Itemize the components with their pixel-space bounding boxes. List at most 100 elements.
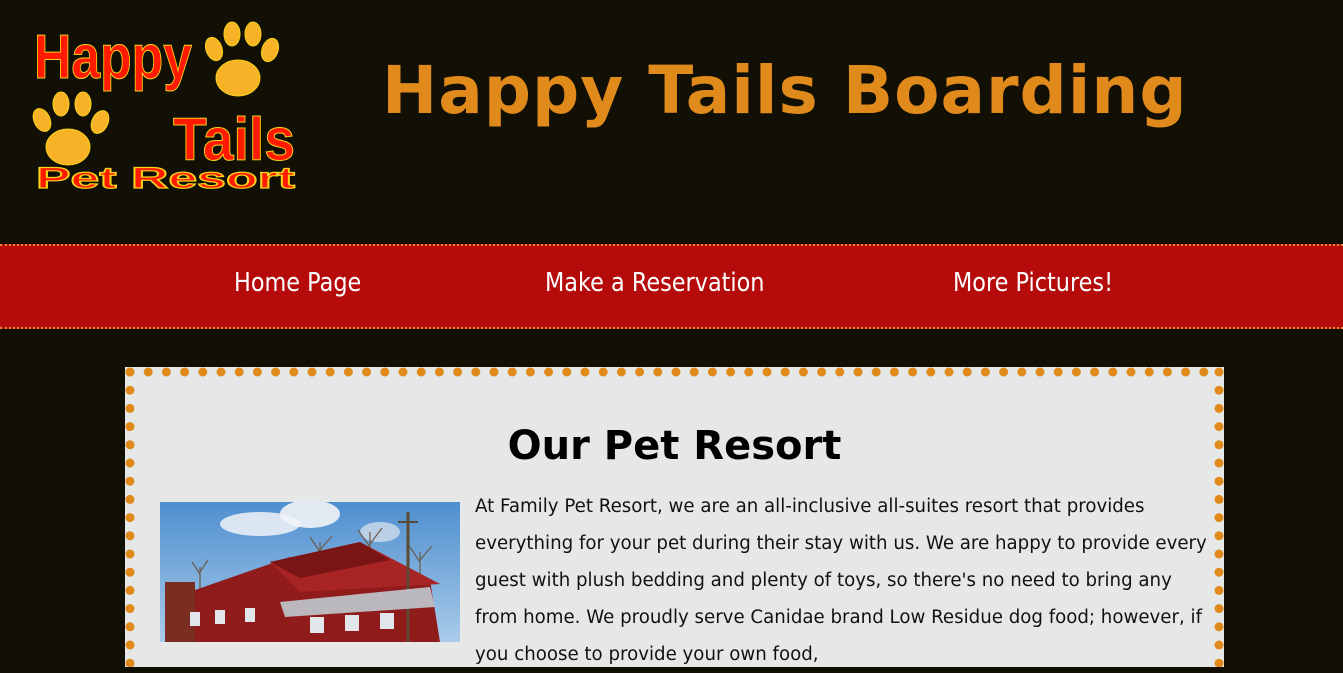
border-dot <box>780 367 790 377</box>
border-dot <box>471 367 481 377</box>
border-dot <box>216 367 226 377</box>
border-dot <box>962 367 972 377</box>
logo-line1: Happy <box>34 23 192 92</box>
border-dot <box>161 367 171 377</box>
border-dot <box>234 367 244 377</box>
border-dot <box>1214 640 1224 650</box>
resort-building-photo <box>160 502 460 642</box>
border-dot <box>489 367 499 377</box>
paw-print-icon <box>32 91 110 166</box>
dotted-border-top <box>125 367 1209 377</box>
border-dot <box>1214 367 1224 377</box>
dotted-border-left <box>125 367 135 667</box>
border-dot <box>125 549 135 559</box>
border-dot <box>580 367 590 377</box>
border-dot <box>853 367 863 377</box>
border-dot <box>125 476 135 486</box>
border-dot <box>944 367 954 377</box>
border-dot <box>1108 367 1118 377</box>
main-nav: Home Page Make a Reservation More Pictur… <box>0 244 1343 329</box>
border-dot <box>125 567 135 577</box>
border-dot <box>325 367 335 377</box>
border-dot <box>889 367 899 377</box>
border-dot <box>1199 367 1209 377</box>
border-dot <box>1162 367 1172 377</box>
border-dot <box>180 367 190 377</box>
border-dot <box>1214 476 1224 486</box>
border-dot <box>1126 367 1136 377</box>
border-dot <box>798 367 808 377</box>
border-dot <box>1181 367 1191 377</box>
border-dot <box>671 367 681 377</box>
border-dot <box>1035 367 1045 377</box>
paw-print-icon <box>204 21 280 97</box>
border-dot <box>544 367 554 377</box>
border-dot <box>1090 367 1100 377</box>
border-dot <box>307 367 317 377</box>
border-dot <box>1214 585 1224 595</box>
border-dot <box>125 513 135 523</box>
border-dot <box>1071 367 1081 377</box>
border-dot <box>398 367 408 377</box>
nav-more-pictures-link[interactable]: More Pictures! <box>953 268 1113 298</box>
border-dot <box>835 367 845 377</box>
dotted-border-right <box>1214 367 1224 667</box>
border-dot <box>125 403 135 413</box>
border-dot <box>125 494 135 504</box>
border-dot <box>598 367 608 377</box>
border-dot <box>1214 531 1224 541</box>
border-dot <box>726 367 736 377</box>
border-dot <box>525 367 535 377</box>
nav-make-reservation-link[interactable]: Make a Reservation <box>545 268 764 298</box>
border-dot <box>1214 513 1224 523</box>
content-panel: Our Pet Resort At Family Pet Resort, we … <box>125 367 1224 667</box>
border-dot <box>926 367 936 377</box>
border-dot <box>125 585 135 595</box>
border-dot <box>434 367 444 377</box>
border-dot <box>125 640 135 650</box>
border-dot <box>689 367 699 377</box>
border-dot <box>762 367 772 377</box>
border-dot <box>817 367 827 377</box>
border-dot <box>507 367 517 377</box>
border-dot <box>125 385 135 395</box>
border-dot <box>562 367 572 377</box>
border-dot <box>343 367 353 377</box>
border-dot <box>707 367 717 377</box>
border-dot <box>125 531 135 541</box>
border-dot <box>271 367 281 377</box>
nav-home-page-link[interactable]: Home Page <box>234 268 361 298</box>
border-dot <box>1214 604 1224 614</box>
border-dot <box>380 367 390 377</box>
border-dot <box>635 367 645 377</box>
border-dot <box>980 367 990 377</box>
border-dot <box>453 367 463 377</box>
border-dot <box>1144 367 1154 377</box>
happy-tails-logo[interactable]: Happy Tails Pet Resort <box>28 12 304 196</box>
border-dot <box>999 367 1009 377</box>
border-dot <box>1214 567 1224 577</box>
border-dot <box>871 367 881 377</box>
border-dot <box>908 367 918 377</box>
border-dot <box>1214 658 1224 667</box>
border-dot <box>616 367 626 377</box>
logo-line3: Pet Resort <box>36 162 295 195</box>
border-dot <box>653 367 663 377</box>
border-dot <box>252 367 262 377</box>
border-dot <box>1017 367 1027 377</box>
border-dot <box>289 367 299 377</box>
border-dot <box>125 367 135 377</box>
border-dot <box>1053 367 1063 377</box>
border-dot <box>143 367 153 377</box>
border-dot <box>1214 403 1224 413</box>
border-dot <box>744 367 754 377</box>
border-dot <box>362 367 372 377</box>
site-title: Happy Tails Boarding <box>382 52 1188 129</box>
border-dot <box>1214 549 1224 559</box>
border-dot <box>125 604 135 614</box>
site-header: Happy Tails Pet Resort Happy Tails Board… <box>0 0 1343 244</box>
border-dot <box>1214 494 1224 504</box>
border-dot <box>125 658 135 667</box>
section-title: Our Pet Resort <box>507 423 842 469</box>
border-dot <box>1214 385 1224 395</box>
